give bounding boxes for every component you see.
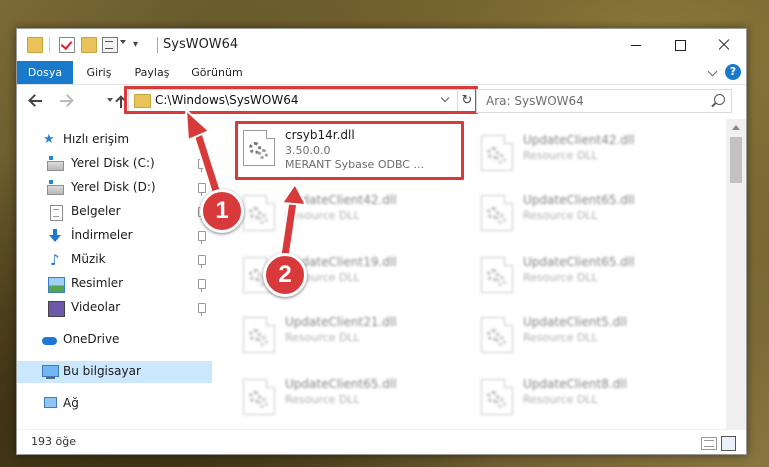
- arrow-to-address-bar: [194, 130, 222, 201]
- step-badge-2: 2: [263, 253, 307, 297]
- arrowhead-1: [184, 107, 211, 142]
- step-badge-1: 1: [200, 189, 244, 233]
- arrowhead-2: [280, 182, 308, 207]
- arrow-to-file: [281, 198, 297, 260]
- annotation-arrows: [184, 107, 308, 262]
